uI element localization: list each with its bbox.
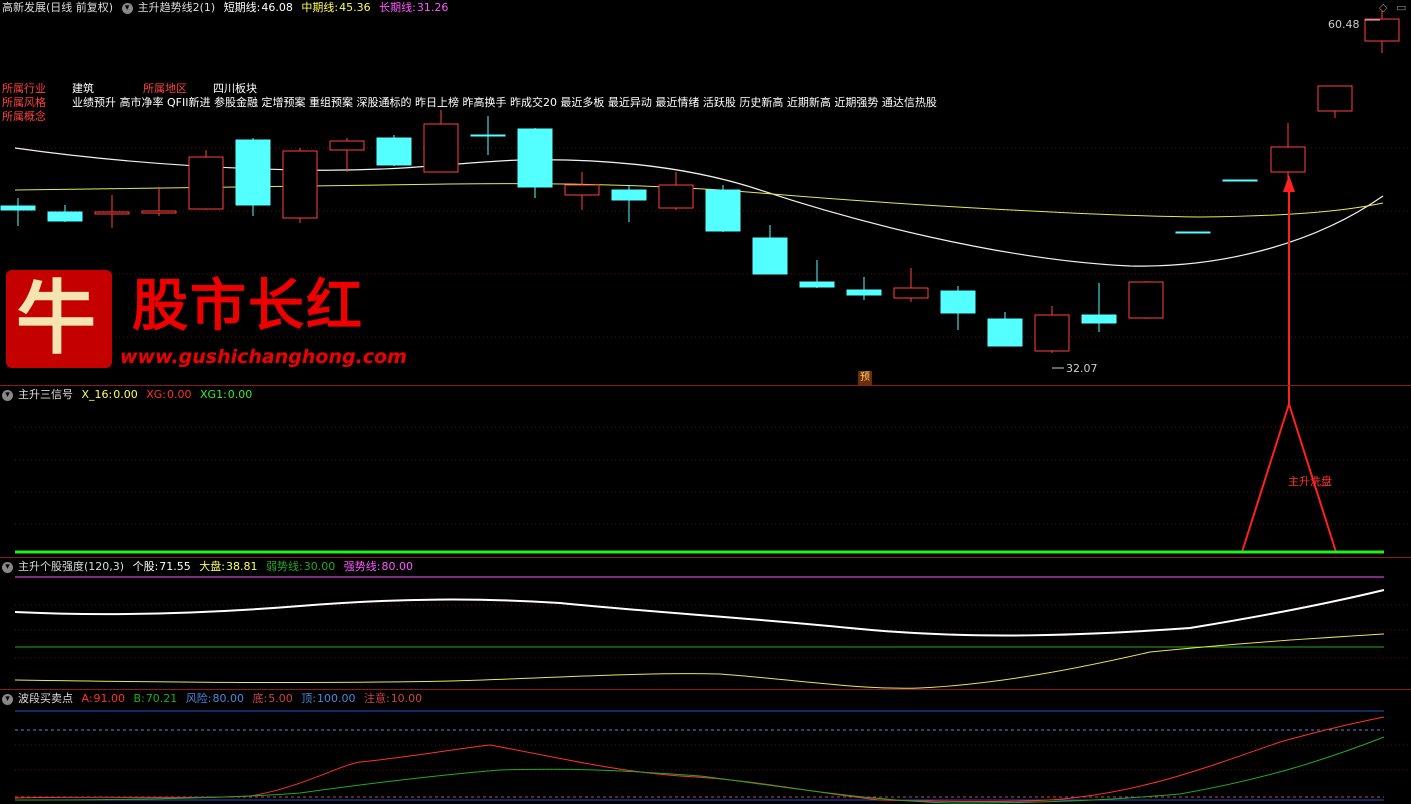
stock-value: 71.55: [159, 560, 191, 573]
b-value: 70.21: [145, 692, 178, 705]
panel-divider-3[interactable]: [0, 689, 1411, 690]
panel2-title[interactable]: 主升三信号: [18, 388, 73, 401]
b-label: B:: [133, 692, 145, 705]
candle-body[interactable]: [705, 189, 741, 232]
candle-body[interactable]: [517, 128, 553, 188]
candle-body[interactable]: [1175, 231, 1211, 234]
chevron-down-icon[interactable]: ▾: [2, 561, 13, 573]
attention-value: 10.00: [390, 692, 423, 705]
strong-value: 80.00: [381, 560, 413, 573]
candle-body[interactable]: [423, 123, 459, 173]
panel3-title[interactable]: 主升个股强度(120,3): [18, 560, 124, 573]
risk-label: 风险:: [185, 692, 212, 705]
candle-body[interactable]: [1317, 85, 1353, 112]
candle-body[interactable]: [752, 237, 788, 275]
bottom-label: 底:: [252, 692, 268, 705]
candle-body[interactable]: [188, 156, 224, 210]
strong-label: 强势线:: [343, 560, 381, 573]
chevron-down-icon[interactable]: ▾: [2, 389, 13, 401]
market-label: 大盘:: [199, 560, 226, 573]
candle-body[interactable]: [470, 134, 506, 137]
pre-marker-badge[interactable]: 预: [858, 371, 872, 385]
stock-strength-line: [14, 589, 1385, 637]
wash-annotation: 主升洗盘: [1288, 475, 1332, 488]
candle-body[interactable]: [799, 281, 835, 288]
risk-value: 80.00: [212, 692, 245, 705]
top-label: 顶:: [301, 692, 316, 705]
brand-text: 股市长红: [132, 273, 364, 339]
candle-body[interactable]: [0, 205, 36, 211]
logo-char: 牛: [16, 271, 96, 365]
candle-body[interactable]: [1128, 281, 1164, 319]
bottom-value: 5.00: [268, 692, 293, 705]
x16-value: 0.00: [113, 388, 138, 401]
candle-body[interactable]: [940, 290, 976, 314]
panel-divider-2[interactable]: [0, 557, 1411, 558]
arrow-head-icon: [1283, 175, 1295, 192]
panel3-header: ▾ 主升个股强度(120,3) 个股:71.55 大盘:38.81 弱势线:30.…: [2, 559, 418, 575]
panel2-header: ▾ 主升三信号 X_16:0.00 XG:0.00 XG1:0.00: [2, 387, 257, 403]
xg-value: 0.00: [167, 388, 192, 401]
stock-label: 个股:: [132, 560, 159, 573]
candle-body[interactable]: [987, 318, 1023, 347]
candle-body[interactable]: [235, 139, 271, 206]
candle-body[interactable]: [611, 189, 647, 201]
panel-divider-1[interactable]: [0, 385, 1411, 386]
top-value: 100.00: [316, 692, 356, 705]
candle-body[interactable]: [846, 289, 882, 296]
candle-body[interactable]: [329, 140, 365, 151]
brand-url: www.gushichanghong.com: [120, 346, 407, 368]
chevron-down-icon[interactable]: ▾: [2, 693, 13, 705]
attention-label: 注意:: [363, 692, 390, 705]
x16-label: X_16:: [81, 388, 113, 401]
candle-body[interactable]: [282, 150, 318, 219]
candle-body[interactable]: [1364, 18, 1400, 42]
market-strength-line: [14, 633, 1385, 689]
candle-body[interactable]: [1270, 146, 1306, 173]
candle-body[interactable]: [94, 211, 130, 215]
low-price-label: 32.07: [1066, 362, 1098, 375]
brand-logo: 牛: [6, 270, 112, 368]
xg-label: XG:: [146, 388, 167, 401]
candle-body[interactable]: [141, 210, 177, 214]
panel4-header: ▾ 波段买卖点 A:91.00 B:70.21 风险:80.00 底:5.00 顶…: [2, 691, 427, 707]
candle-body[interactable]: [376, 137, 412, 166]
high-price-label: 60.48: [1328, 18, 1360, 31]
weak-label: 弱势线:: [266, 560, 303, 573]
candle-body[interactable]: [658, 184, 694, 209]
panel4-title[interactable]: 波段买卖点: [18, 692, 73, 705]
candle-body[interactable]: [47, 211, 83, 222]
candle-body[interactable]: [893, 287, 929, 299]
market-value: 38.81: [226, 560, 258, 573]
a-value: 91.00: [93, 692, 126, 705]
xg1-label: XG1:: [200, 388, 227, 401]
candle-body[interactable]: [1034, 314, 1070, 352]
candle-body[interactable]: [1081, 314, 1117, 324]
candle-body[interactable]: [1222, 179, 1258, 182]
weak-value: 30.00: [303, 560, 336, 573]
a-label: A:: [81, 692, 93, 705]
candle-body[interactable]: [564, 184, 600, 196]
xg1-value: 0.00: [227, 388, 253, 401]
